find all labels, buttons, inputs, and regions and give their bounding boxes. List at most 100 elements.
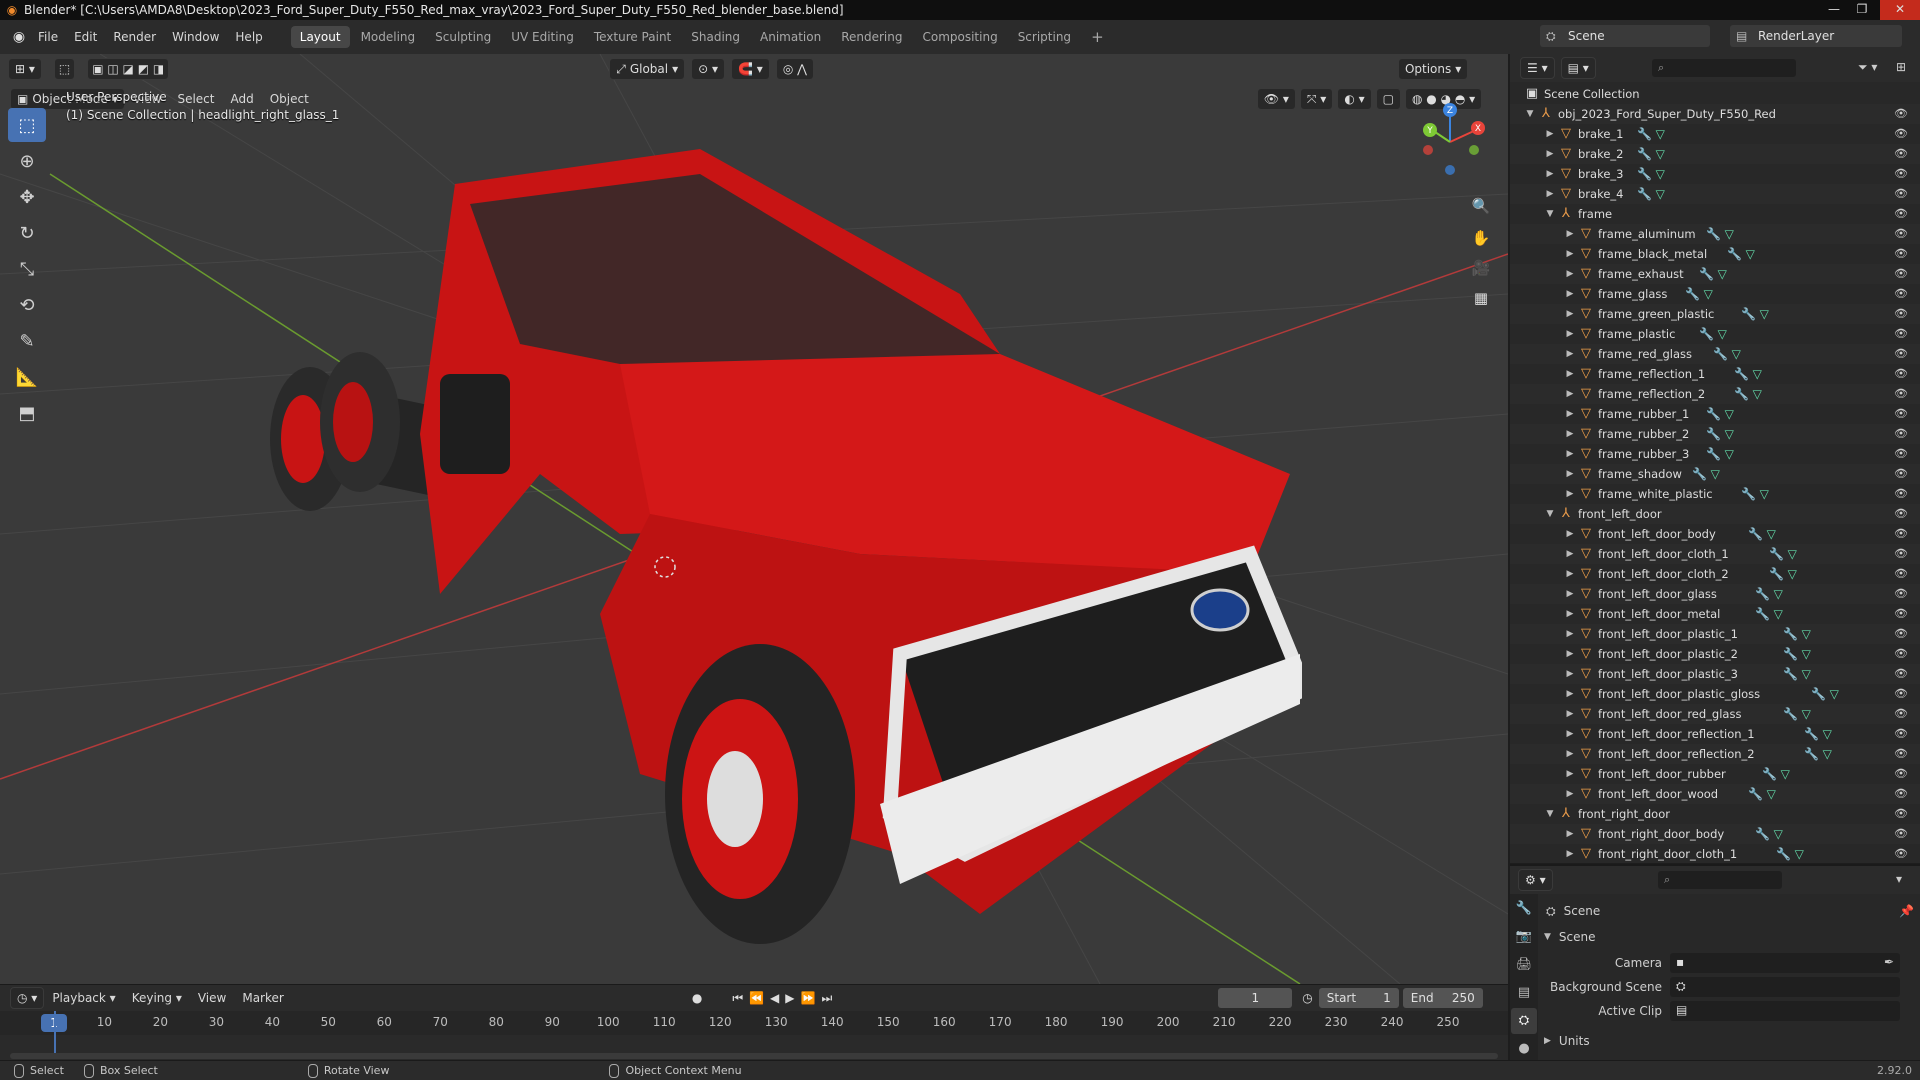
modifier-icon[interactable]: 🔧 (1783, 707, 1798, 721)
visibility-eye-icon[interactable]: 👁 (1894, 464, 1908, 484)
modifier-icon[interactable]: 🔧 (1783, 627, 1798, 641)
select-box-tool-icon[interactable]: ⬚ (8, 108, 46, 142)
mesh-data-icon[interactable]: ▽ (1823, 727, 1832, 741)
visibility-eye-icon[interactable]: 👁 (1894, 604, 1908, 624)
menu-select[interactable]: Select (169, 92, 222, 106)
outliner-row[interactable]: ▼ ⅄ front_left_door 👁 (1510, 504, 1920, 524)
mesh-data-icon[interactable]: ▽ (1767, 527, 1776, 541)
outliner-row[interactable]: ▶ ▽ front_left_door_wood 🔧 ▽ 👁 (1510, 784, 1920, 804)
outliner-editor-type-button[interactable]: ☰ ▾ (1520, 57, 1555, 79)
visibility-eye-icon[interactable]: 👁 (1894, 564, 1908, 584)
modifier-icon[interactable]: 🔧 (1727, 247, 1742, 261)
visibility-eye-icon[interactable]: 👁 (1894, 524, 1908, 544)
modifier-icon[interactable]: 🔧 (1804, 727, 1819, 741)
modifier-icon[interactable]: 🔧 (1776, 847, 1791, 861)
visibility-dropdown[interactable]: 👁 ▾ (1256, 88, 1296, 110)
modifier-icon[interactable]: 🔧 (1734, 367, 1749, 381)
modifier-icon[interactable]: 🔧 (1769, 567, 1784, 581)
outliner-row[interactable]: ▼ ⅄ front_right_door 👁 (1510, 804, 1920, 824)
background-scene-field[interactable]: ⛭ (1670, 977, 1900, 997)
visibility-eye-icon[interactable]: 👁 (1894, 384, 1908, 404)
preview-range-icon[interactable]: ◷ (1302, 991, 1312, 1005)
visibility-eye-icon[interactable]: 👁 (1894, 364, 1908, 384)
outliner-row[interactable]: ▶ ▽ brake_4 🔧 ▽ 👁 (1510, 184, 1920, 204)
mesh-data-icon[interactable]: ▽ (1802, 667, 1811, 681)
scene-selector[interactable]: ⛭ Scene (1540, 25, 1710, 47)
outliner-row[interactable]: ▶ ▽ frame_white_plastic 🔧 ▽ 👁 (1510, 484, 1920, 504)
visibility-eye-icon[interactable]: 👁 (1894, 824, 1908, 844)
expand-arrow-icon[interactable]: ▶ (1564, 564, 1576, 584)
modifier-icon[interactable]: 🔧 (1734, 387, 1749, 401)
modifier-icon[interactable]: 🔧 (1783, 647, 1798, 661)
gizmo-toggle[interactable]: ⤧ ▾ (1299, 88, 1334, 110)
modifier-icon[interactable]: 🔧 (1741, 487, 1756, 501)
rotate-tool-icon[interactable]: ↻ (8, 216, 46, 250)
outliner-row[interactable]: ▶ ▽ frame_rubber_1 🔧 ▽ 👁 (1510, 404, 1920, 424)
visibility-eye-icon[interactable]: 👁 (1894, 124, 1908, 144)
outliner-row[interactable]: ▶ ▽ front_left_door_metal 🔧 ▽ 👁 (1510, 604, 1920, 624)
visibility-eye-icon[interactable]: 👁 (1894, 284, 1908, 304)
visibility-eye-icon[interactable]: 👁 (1894, 584, 1908, 604)
expand-arrow-icon[interactable]: ▶ (1564, 644, 1576, 664)
mesh-data-icon[interactable]: ▽ (1711, 467, 1720, 481)
mesh-data-icon[interactable]: ▽ (1732, 347, 1741, 361)
modifier-icon[interactable]: 🔧 (1748, 527, 1763, 541)
mesh-data-icon[interactable]: ▽ (1718, 267, 1727, 281)
menu-render[interactable]: Render (105, 20, 164, 54)
visibility-eye-icon[interactable]: 👁 (1894, 444, 1908, 464)
mesh-data-icon[interactable]: ▽ (1746, 247, 1755, 261)
menu-object[interactable]: Object (262, 92, 317, 106)
visibility-eye-icon[interactable]: 👁 (1894, 224, 1908, 244)
menu-keying[interactable]: Keying ▾ (124, 991, 190, 1005)
outliner-row[interactable]: ▼ ⅄ frame 👁 (1510, 204, 1920, 224)
options-dropdown[interactable]: Options ▾ (1397, 58, 1469, 80)
expand-arrow-icon[interactable]: ▶ (1564, 604, 1576, 624)
expand-arrow-icon[interactable]: ▶ (1564, 784, 1576, 804)
overlays-toggle[interactable]: ◐ ▾ (1337, 88, 1372, 110)
current-frame-field[interactable]: 1 (1218, 988, 1293, 1008)
mesh-data-icon[interactable]: ▽ (1788, 567, 1797, 581)
mesh-data-icon[interactable]: ▽ (1725, 447, 1734, 461)
expand-arrow-icon[interactable]: ▶ (1564, 244, 1576, 264)
expand-arrow-icon[interactable]: ▶ (1564, 704, 1576, 724)
blender-menu-icon[interactable]: ◉ (8, 29, 30, 45)
mesh-data-icon[interactable]: ▽ (1718, 327, 1727, 341)
visibility-eye-icon[interactable]: 👁 (1894, 484, 1908, 504)
tab-modeling[interactable]: Modeling (352, 26, 425, 48)
tab-shading[interactable]: Shading (682, 26, 749, 48)
start-frame-field[interactable]: Start 1 (1318, 988, 1399, 1008)
selection-mode-buttons[interactable]: ▣ ◫ ◪ ◩ ◨ (87, 58, 170, 80)
outliner-search-input[interactable]: ⌕ (1652, 59, 1796, 77)
expand-arrow-icon[interactable]: ▶ (1544, 144, 1556, 164)
mesh-data-icon[interactable]: ▽ (1781, 767, 1790, 781)
mesh-data-icon[interactable]: ▽ (1774, 827, 1783, 841)
properties-search-input[interactable]: ⌕ (1658, 871, 1782, 889)
outliner-row[interactable]: ▶ ▽ frame_reflection_1 🔧 ▽ 👁 (1510, 364, 1920, 384)
expand-arrow-icon[interactable]: ▶ (1564, 664, 1576, 684)
mesh-data-icon[interactable]: ▽ (1795, 847, 1804, 861)
expand-arrow-icon[interactable]: ▶ (1564, 584, 1576, 604)
expand-arrow-icon[interactable]: ▶ (1564, 424, 1576, 444)
units-panel-header[interactable]: ▶ Units (1540, 1030, 1920, 1052)
3d-viewport[interactable]: ⊞ ▾ ⬚ ▣ ◫ ◪ ◩ ◨ ⤢ Global ▾ ⊙ ▾ 🧲 ▾ ◎ ⋀ O… (0, 54, 1508, 984)
editor-type-button[interactable]: ⊞ ▾ (8, 58, 42, 80)
ortho-grid-icon[interactable]: ▦ (1467, 284, 1495, 312)
measure-tool-icon[interactable]: 📐 (8, 360, 46, 394)
mesh-data-icon[interactable]: ▽ (1774, 587, 1783, 601)
display-mode-dropdown[interactable]: ▤ ▾ (1560, 57, 1596, 79)
visibility-eye-icon[interactable]: 👁 (1894, 624, 1908, 644)
visibility-eye-icon[interactable]: 👁 (1894, 204, 1908, 224)
view-layer-selector[interactable]: ▤ RenderLayer (1730, 25, 1902, 47)
expand-arrow-icon[interactable]: ▶ (1564, 744, 1576, 764)
eyedropper-icon[interactable]: ✒ (1884, 955, 1894, 969)
outliner-row[interactable]: ▶ ▽ front_left_door_glass 🔧 ▽ 👁 (1510, 584, 1920, 604)
view-layer-tab-icon[interactable]: ▤ (1511, 980, 1537, 1006)
modifier-icon[interactable]: 🔧 (1755, 827, 1770, 841)
properties-options-icon[interactable]: ▾ (1896, 872, 1902, 886)
visibility-eye-icon[interactable]: 👁 (1894, 724, 1908, 744)
outliner-row[interactable]: ▶ ▽ front_left_door_plastic_1 🔧 ▽ 👁 (1510, 624, 1920, 644)
mesh-data-icon[interactable]: ▽ (1802, 647, 1811, 661)
visibility-eye-icon[interactable]: 👁 (1894, 184, 1908, 204)
mesh-data-icon[interactable]: ▽ (1788, 547, 1797, 561)
outliner-row[interactable]: ▶ ▽ frame_exhaust 🔧 ▽ 👁 (1510, 264, 1920, 284)
